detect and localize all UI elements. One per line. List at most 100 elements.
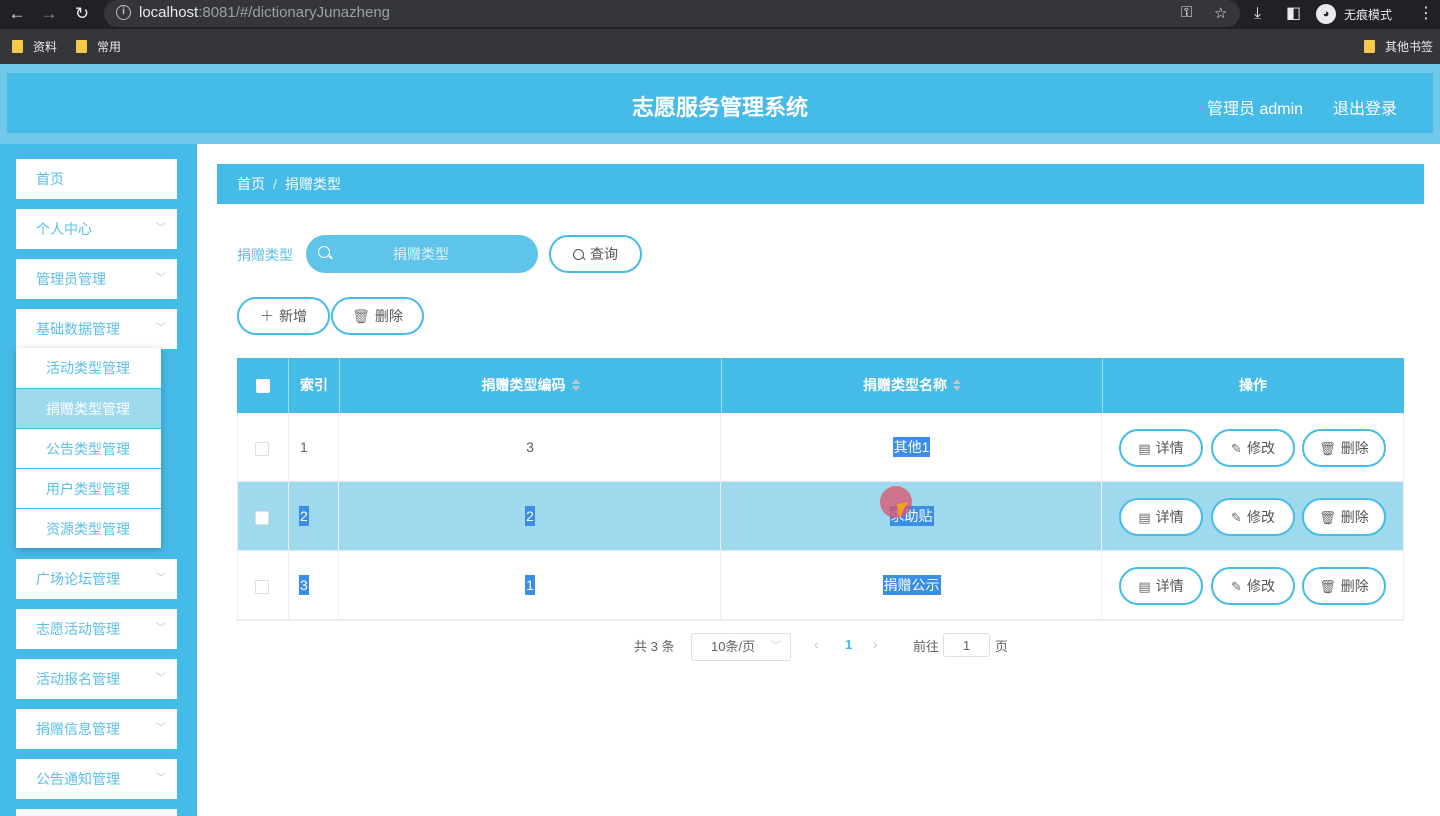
incognito-icon[interactable]: ◕ [1316, 4, 1336, 24]
cell-index: 2 [299, 506, 309, 526]
header-name[interactable]: 捐赠类型名称 [721, 358, 1102, 413]
breadcrumb-home[interactable]: 首页 [237, 176, 265, 192]
bookmark-folder-ziliao[interactable]: 资料 [12, 38, 57, 55]
goto-page-input[interactable] [943, 633, 990, 657]
back-arrow-icon[interactable]: ← [6, 3, 28, 25]
detail-button[interactable]: ▤ 详情 [1119, 429, 1203, 467]
edit-button[interactable]: ✎ 修改 [1211, 498, 1295, 536]
sidebar-item-volunteer-activity[interactable]: 志愿活动管理 ﹀ [16, 609, 177, 649]
sort-icon[interactable] [953, 379, 961, 391]
search-icon [318, 246, 330, 258]
sidebar-item-home[interactable]: 首页 [16, 159, 177, 199]
key-icon[interactable]: ⚿ [1181, 4, 1192, 21]
sidebar-item-more[interactable] [16, 809, 177, 816]
folder-icon [12, 40, 23, 53]
detail-button[interactable]: ▤ 详情 [1119, 567, 1203, 605]
submenu-item-user-type[interactable]: 用户类型管理 [16, 468, 161, 508]
reload-icon[interactable]: ↻ [71, 3, 93, 25]
page-size-select[interactable]: 10条/页 ﹀ [691, 633, 791, 661]
submenu-item-activity-type[interactable]: 活动类型管理 [16, 348, 161, 388]
edit-pen-icon: ✎ [1231, 441, 1242, 456]
trash-icon: 🗑 [1319, 441, 1336, 456]
page-number-current[interactable]: 1 [845, 637, 852, 652]
row-checkbox[interactable] [255, 442, 269, 456]
edit-button[interactable]: ✎ 修改 [1211, 429, 1295, 467]
cell-name: 捐赠公示 [882, 575, 941, 595]
search-label: 捐赠类型 [237, 247, 293, 263]
chevron-down-icon: ﹀ [156, 273, 166, 284]
sidebar-item-forum[interactable]: 广场论坛管理 ﹀ [16, 559, 177, 599]
row-checkbox[interactable] [255, 580, 269, 594]
star-icon[interactable]: ☆ [1214, 4, 1227, 22]
folder-icon [1364, 40, 1375, 53]
sidebar-item-donation-info[interactable]: 捐赠信息管理 ﹀ [16, 709, 177, 749]
add-button[interactable]: ＋新增 [237, 297, 330, 335]
detail-button[interactable]: ▤ 详情 [1119, 498, 1203, 536]
header-code[interactable]: 捐赠类型编码 [339, 358, 721, 413]
bookmark-folder-changyong[interactable]: 常用 [76, 38, 121, 55]
cell-code: 3 [526, 439, 534, 455]
row-checkbox[interactable] [255, 511, 269, 525]
logout-link[interactable]: 退出登录 [1333, 95, 1397, 119]
edit-button[interactable]: ✎ 修改 [1211, 567, 1295, 605]
next-page-icon[interactable]: › [873, 636, 878, 652]
sort-icon[interactable] [571, 379, 580, 391]
chevron-down-icon: ﹀ [156, 773, 166, 784]
download-icon[interactable]: ⤓ [1254, 3, 1261, 25]
column-divider [338, 413, 339, 620]
chevron-down-icon: ﹀ [156, 573, 166, 584]
chevron-down-icon: ﹀ [156, 223, 166, 234]
column-divider [1101, 413, 1102, 620]
folder-icon [76, 40, 87, 53]
chevron-down-icon: ﹀ [771, 641, 781, 652]
sidebar-item-notice[interactable]: 公告通知管理 ﹀ [16, 759, 177, 799]
document-icon: ▤ [1138, 579, 1151, 594]
cell-code: 2 [525, 506, 535, 526]
address-bar[interactable]: i localhost:8081/#/dictionaryJunazheng ⚿… [104, 0, 1240, 27]
submenu-item-notice-type[interactable]: 公告类型管理 [16, 428, 161, 468]
submenu-item-resource-type[interactable]: 资源类型管理 [16, 508, 161, 548]
info-icon[interactable]: i [116, 5, 131, 20]
breadcrumb-current: 捐赠类型 [284, 176, 341, 192]
bookmark-folder-other[interactable]: 其他书签 [1364, 38, 1433, 55]
column-divider [720, 413, 721, 620]
submenu-item-donation-type[interactable]: 捐赠类型管理 [16, 388, 161, 428]
incognito-label: 无痕模式 [1344, 8, 1393, 22]
cell-name: 求助贴 [889, 506, 934, 526]
batch-delete-button[interactable]: 🗑 删除 [331, 297, 424, 335]
search-field[interactable] [306, 235, 538, 273]
sidebar-item-activity-signup[interactable]: 活动报名管理 ﹀ [16, 659, 177, 699]
select-all-checkbox[interactable] [256, 379, 270, 393]
edit-pen-icon: ✎ [1231, 579, 1242, 594]
bookmarks-bar: 资料 常用 其他书签 [0, 29, 1440, 64]
chevron-down-icon: ﹀ [156, 723, 166, 734]
chevron-down-icon: ﹀ [156, 673, 166, 684]
mouse-cursor-icon [896, 502, 912, 518]
url-text: localhost:8081/#/dictionaryJunazheng [139, 4, 391, 21]
trash-icon: 🗑 [352, 308, 370, 324]
trash-icon: 🗑 [1319, 579, 1336, 594]
browser-toolbar: ← → ↻ i localhost:8081/#/dictionaryJunaz… [0, 0, 1440, 29]
search-input[interactable] [336, 235, 506, 273]
menu-kebab-icon[interactable]: ⋮ [1418, 3, 1434, 25]
cell-name: 其他1 [892, 437, 931, 457]
cell-code: 1 [525, 575, 535, 595]
delete-button[interactable]: 🗑 删除 [1302, 429, 1386, 467]
page-suffix: 页 [995, 639, 1009, 654]
query-button[interactable]: 查询 [549, 235, 642, 273]
pagination-total: 共 3 条 [634, 639, 675, 654]
goto-label: 前往 [913, 639, 940, 654]
sidepanel-icon[interactable]: ◧ [1286, 3, 1301, 25]
delete-button[interactable]: 🗑 删除 [1302, 567, 1386, 605]
system-title: 志愿服务管理系统 [631, 95, 808, 120]
sidebar-item-admin-management[interactable]: 管理员管理 ﹀ [16, 259, 177, 299]
forward-arrow-icon[interactable]: → [38, 3, 60, 25]
plus-icon: ＋ [260, 308, 274, 324]
prev-page-icon[interactable]: ‹ [814, 636, 819, 652]
sidebar-item-basic-data[interactable]: 基础数据管理 ﹀ [16, 309, 177, 349]
delete-button[interactable]: 🗑 删除 [1302, 498, 1386, 536]
admin-label: 管理员 admin [1207, 101, 1304, 118]
search-icon [573, 249, 584, 260]
sidebar-item-personal-center[interactable]: 个人中心 ﹀ [16, 209, 177, 249]
header-index: 索引 [288, 358, 339, 413]
